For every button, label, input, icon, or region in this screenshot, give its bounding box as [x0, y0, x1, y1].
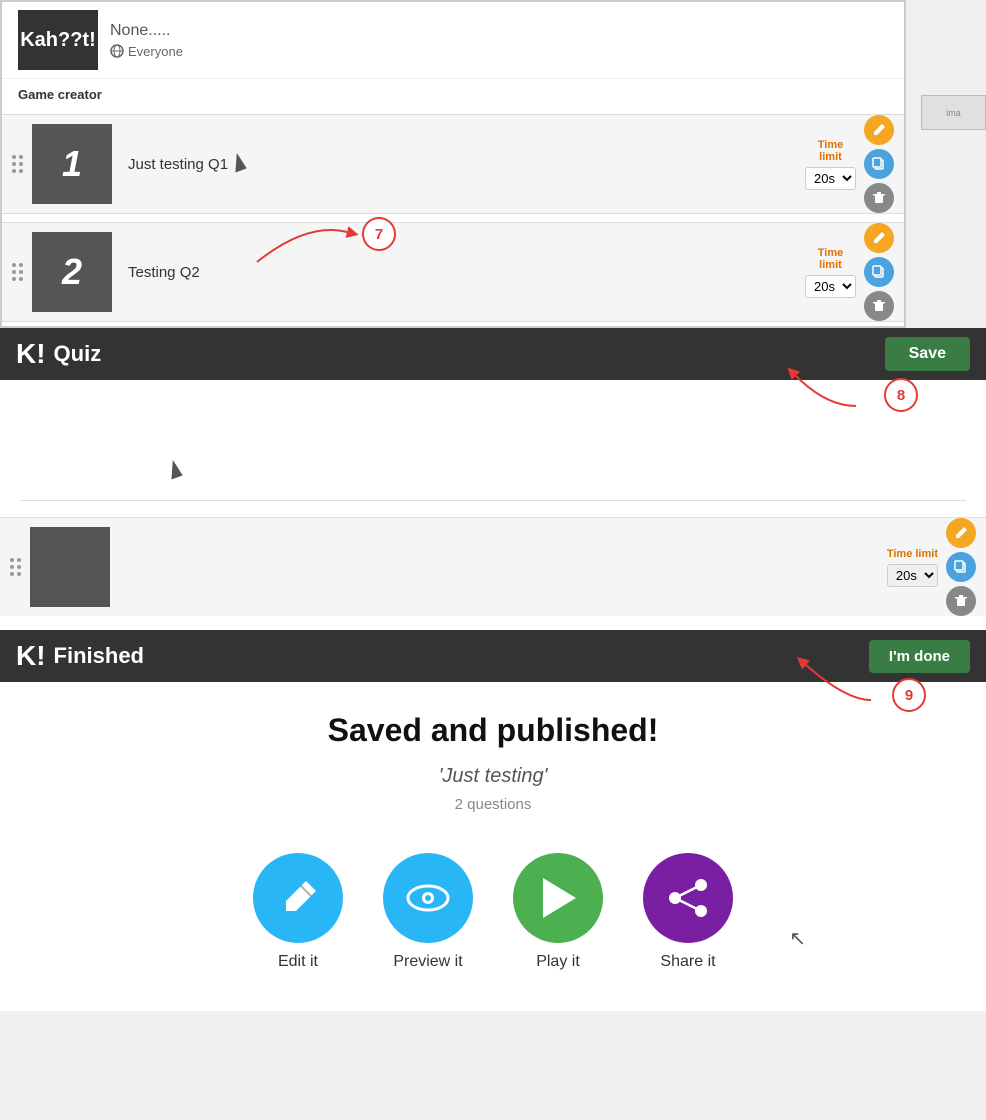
copy-icon: [872, 157, 886, 171]
bubble-8: 8: [884, 378, 918, 412]
saved-published-title: Saved and published!: [328, 712, 659, 749]
time-limit-label: Timelimit: [818, 139, 843, 163]
preview-label: Preview it: [393, 953, 462, 971]
k-logo-finished: K!: [16, 640, 46, 672]
copy-button-1[interactable]: [864, 149, 894, 179]
save-button[interactable]: Save: [885, 337, 970, 371]
cursor-arrow-2: [168, 460, 180, 478]
share-circle[interactable]: [643, 853, 733, 943]
globe-icon: [110, 44, 124, 58]
question-row-2: 2 Testing Q2 Timelimit 20s 10s 30s 60s: [2, 222, 904, 322]
question-number-1: 1: [62, 143, 82, 185]
red-arrow-9: [786, 650, 886, 715]
image-placeholder: ima: [921, 95, 986, 130]
play-icon: [538, 876, 578, 920]
arrow-svg-9: [786, 650, 886, 710]
drag-handle-edit[interactable]: [0, 550, 30, 584]
kahoot-logo: Kah??t!: [18, 10, 98, 70]
time-limit-2: Timelimit 20s 10s 30s 60s: [805, 247, 856, 298]
visibility-row: Everyone: [110, 44, 183, 59]
preview-circle[interactable]: [383, 853, 473, 943]
copy-button-2[interactable]: [864, 257, 894, 287]
finished-title-text: Finished: [54, 643, 144, 669]
action-buttons-edit: [946, 518, 976, 616]
copy-icon-2: [872, 265, 886, 279]
visibility-label: Everyone: [128, 44, 183, 59]
question-number-box-1: 1: [32, 124, 112, 204]
quiz-bar-title: K! Quiz: [16, 338, 101, 370]
question-number-box-2: 2: [32, 232, 112, 312]
quiz-editor-middle: K! Quiz Save: [0, 328, 986, 630]
eye-icon: [404, 874, 452, 922]
share-icon: [665, 875, 711, 921]
action-buttons-2: [864, 223, 894, 321]
cursor-arrow-1: [232, 153, 244, 171]
logo-text: Kah??t!: [20, 29, 96, 52]
arrow-svg-8: [776, 366, 866, 416]
pencil-icon: [872, 123, 886, 137]
question-number-box-edit: [30, 527, 110, 607]
arrow-svg-7: [247, 212, 367, 272]
trash-icon-2: [872, 299, 886, 313]
quiz-name-published: 'Just testing': [439, 765, 548, 788]
quiz-header: Kah??t! None..... Everyone: [2, 2, 904, 79]
share-label: Share it: [660, 953, 715, 971]
pencil-icon-2: [872, 231, 886, 245]
action-buttons-1: [864, 115, 894, 213]
quiz-bar-text: Quiz: [54, 341, 102, 367]
drag-handle-2[interactable]: [2, 255, 32, 289]
action-buttons-row: Edit it Preview it: [253, 853, 733, 971]
cursor-arrow-3: ↖: [789, 926, 806, 951]
action-item-share[interactable]: Share it: [643, 853, 733, 971]
finished-section: K! Finished I'm done Saved and published…: [0, 630, 986, 1011]
action-item-edit[interactable]: Edit it: [253, 853, 343, 971]
question-row: 1 Just testing Q1 Timelimit 20s 10s 30s …: [2, 114, 904, 214]
delete-button-1[interactable]: [864, 183, 894, 213]
edit-label: Edit it: [278, 953, 318, 971]
pencil-icon-edit: [954, 526, 968, 540]
delete-button-edit[interactable]: [946, 586, 976, 616]
trash-icon-edit: [954, 594, 968, 608]
finished-bar-title: K! Finished: [16, 640, 144, 672]
time-limit-select-2[interactable]: 20s 10s 30s 60s: [805, 275, 856, 298]
time-limit-label-edit: Time limit: [887, 548, 938, 560]
game-creator-label: Game creator: [2, 79, 904, 110]
bubble-9: 9: [892, 678, 926, 712]
time-limit-edit: Time limit 20s 10s 30s 60s: [887, 548, 938, 587]
question-number-2: 2: [62, 251, 82, 293]
quiz-title-display: None.....: [110, 22, 183, 40]
quiz-meta: None..... Everyone: [110, 22, 183, 59]
time-limit-1: Timelimit 20s 10s 30s 60s: [805, 139, 856, 190]
edit-button-1[interactable]: [864, 115, 894, 145]
edit-pencil-icon: [276, 876, 321, 921]
red-arrow-8: [776, 366, 866, 421]
copy-icon-edit: [954, 560, 968, 574]
question-edit-row: Time limit 20s 10s 30s 60s: [0, 517, 986, 616]
content-divider: [20, 500, 966, 501]
time-limit-label-2: Timelimit: [818, 247, 843, 271]
copy-button-edit[interactable]: [946, 552, 976, 582]
edit-button-edit[interactable]: [946, 518, 976, 548]
k-logo-bar: K!: [16, 338, 46, 370]
edit-button-2[interactable]: [864, 223, 894, 253]
question-text-1: Just testing Q1: [112, 156, 805, 173]
question-count: 2 questions: [455, 796, 532, 813]
trash-icon: [872, 191, 886, 205]
delete-button-2[interactable]: [864, 291, 894, 321]
question-text-2: Testing Q2: [112, 264, 805, 281]
play-label: Play it: [536, 953, 580, 971]
action-item-play[interactable]: Play it: [513, 853, 603, 971]
time-limit-select-1[interactable]: 20s 10s 30s 60s: [805, 167, 856, 190]
bubble-7: 7: [362, 217, 396, 251]
play-circle[interactable]: [513, 853, 603, 943]
action-item-preview[interactable]: Preview it: [383, 853, 473, 971]
drag-handle-1[interactable]: [2, 147, 32, 181]
edit-circle[interactable]: [253, 853, 343, 943]
quiz-editor-section: Kah??t! None..... Everyone Game creator: [0, 0, 906, 328]
red-arrow-7: [247, 212, 367, 277]
time-limit-select-edit[interactable]: 20s 10s 30s 60s: [887, 564, 938, 587]
finished-content: Saved and published! 'Just testing' 2 qu…: [0, 682, 986, 1011]
